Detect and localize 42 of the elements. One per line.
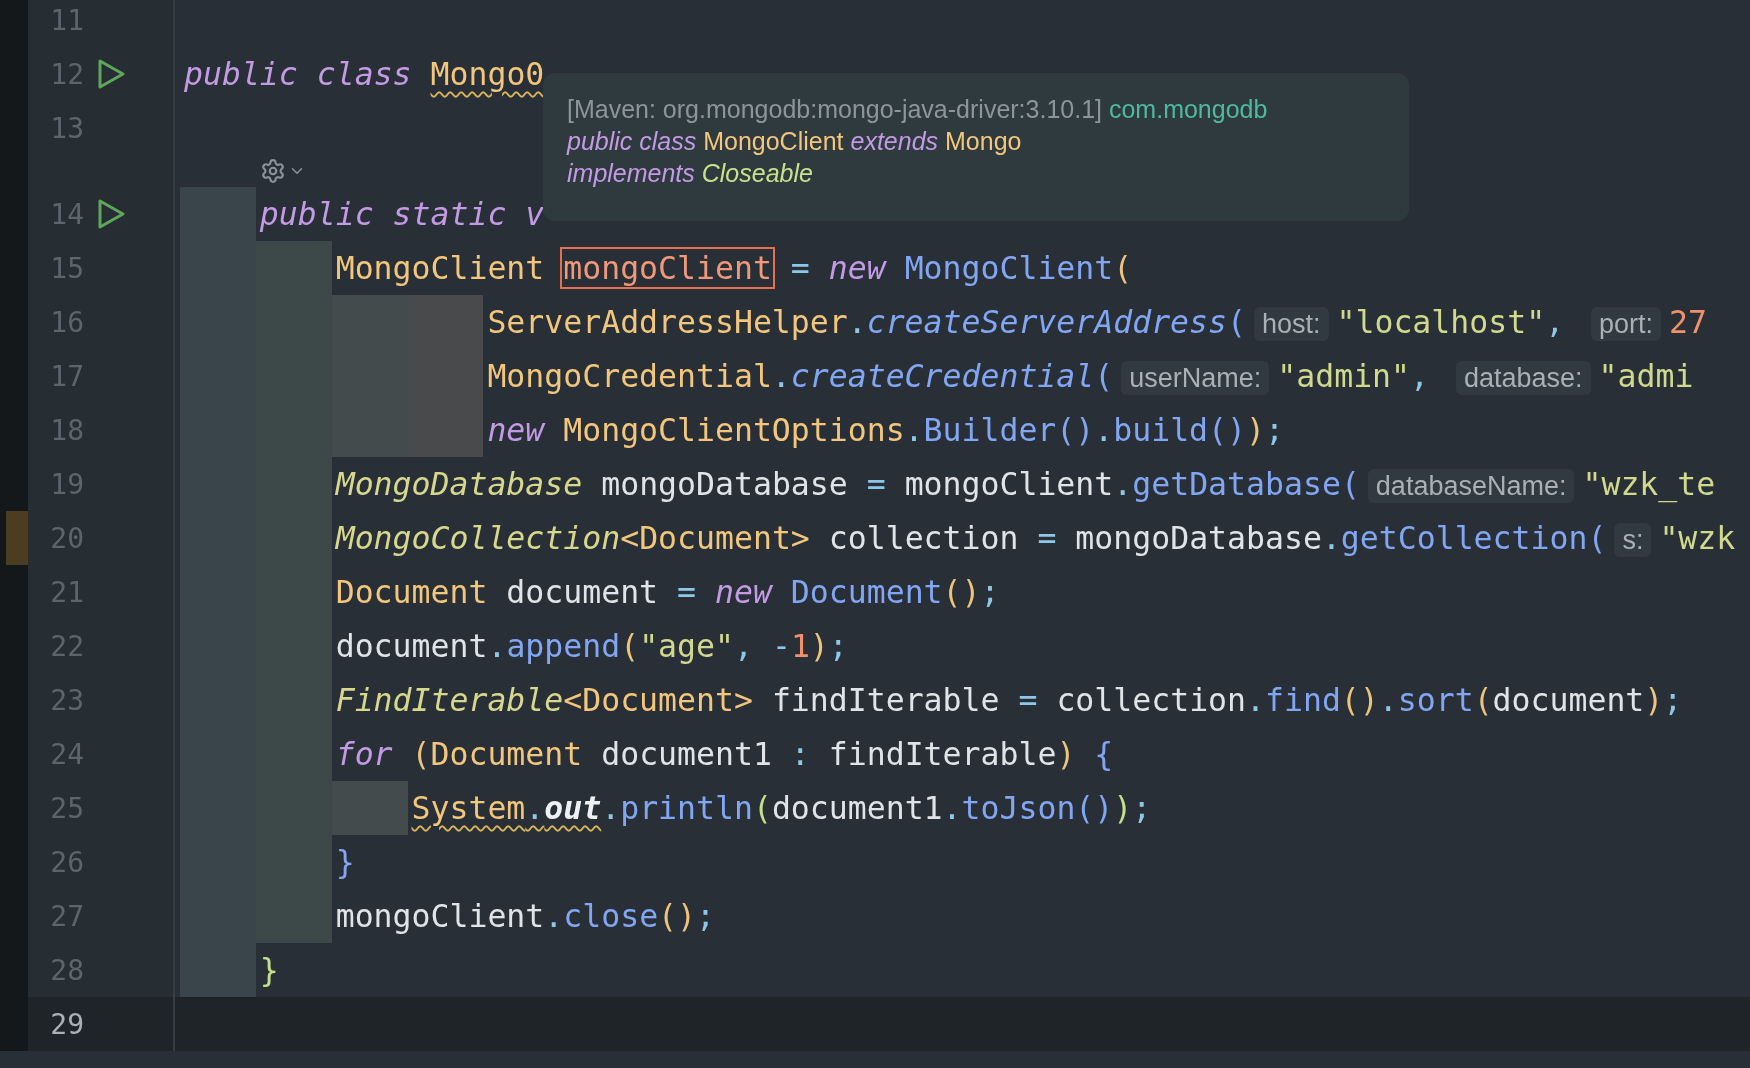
code-line: public static v [258, 196, 545, 232]
code-line: Document document = new Document(); [334, 574, 1000, 610]
line-number: 17 [49, 359, 84, 393]
line-number: 28 [49, 953, 84, 987]
code-line: MongoCollection<Document> collection = mongoDatabase.getCollection( s: "wzk [334, 520, 1736, 556]
tooltip-line: implements Closeable [567, 159, 814, 187]
line-number: 24 [49, 737, 84, 771]
line-number: 16 [49, 305, 84, 339]
line-number: 29 [49, 1007, 84, 1041]
run-icon[interactable] [96, 198, 126, 230]
code-line: MongoDatabase mongoDatabase = mongoClient.getDatabase( databaseName: "wzk_te [334, 466, 1716, 502]
code-line: System.out.println(document1.toJson()); [410, 790, 1152, 826]
line-number: 18 [49, 413, 84, 447]
gear-icon [259, 158, 286, 184]
line-number: 23 [49, 683, 84, 717]
line-number: 11 [49, 3, 84, 37]
code-line: public class Mongo0 [183, 56, 545, 92]
line-number: 22 [49, 629, 84, 663]
code-line: new MongoClientOptions.Builder().build()); [486, 412, 1284, 448]
run-icon[interactable] [96, 58, 126, 90]
line-number: 14 [49, 197, 84, 231]
code-line: FindIterable<Document> findIterable = collection.find().sort(document); [334, 682, 1683, 718]
code-line: MongoCredential.createCredential( userName: "admin", database: "admi [486, 358, 1694, 394]
line-number: 26 [49, 845, 84, 879]
code-line: for (Document document1 : findIterable) { [334, 736, 1114, 772]
code-line: } [258, 952, 279, 988]
code-line: mongoClient.close(); [334, 898, 715, 934]
line-number: 12 [49, 57, 84, 91]
change-marker [6, 511, 28, 565]
code-line: } [334, 844, 355, 880]
tooltip-line: [Maven: org.mongodb:mongo-java-driver:3.10.1] com.mongodb [567, 95, 1269, 123]
line-number: 15 [49, 251, 84, 285]
line-number: 27 [49, 899, 84, 933]
line-number: 20 [49, 521, 84, 555]
line-number: 19 [49, 467, 84, 501]
code-line: MongoClient mongoClient = new MongoClient( [331, 250, 1133, 286]
code-line: document.append("age", -1); [334, 628, 848, 664]
tooltip-line: public class MongoClient extends Mongo [567, 127, 1023, 155]
line-number: 25 [49, 791, 84, 825]
line-number: 13 [49, 111, 84, 145]
line-number: 21 [49, 575, 84, 609]
code-line: ServerAddressHelper.createServerAddress( host: "localhost", port: 27 [486, 304, 1708, 340]
